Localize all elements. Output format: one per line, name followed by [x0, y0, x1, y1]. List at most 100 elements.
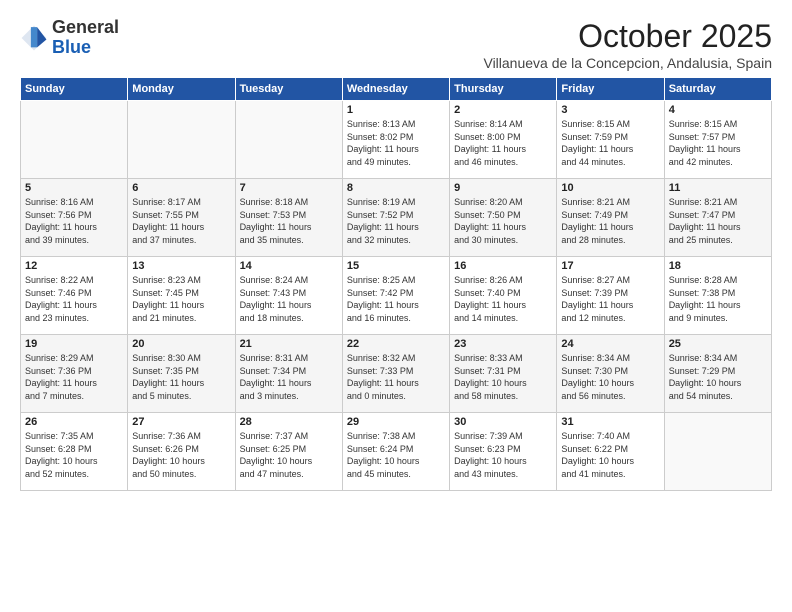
day-number: 9: [454, 182, 552, 194]
day-number: 31: [561, 416, 659, 428]
day-info: Sunrise: 8:28 AMSunset: 7:38 PMDaylight:…: [669, 274, 767, 324]
day-number: 27: [132, 416, 230, 428]
day-info: Sunrise: 8:19 AMSunset: 7:52 PMDaylight:…: [347, 196, 445, 246]
day-number: 26: [25, 416, 123, 428]
table-row: 21Sunrise: 8:31 AMSunset: 7:34 PMDayligh…: [235, 335, 342, 413]
day-info: Sunrise: 8:21 AMSunset: 7:49 PMDaylight:…: [561, 196, 659, 246]
day-number: 16: [454, 260, 552, 272]
table-row: 6 Sunrise: 8:17 AMSunset: 7:55 PMDaylight…: [128, 179, 235, 257]
day-number: 1: [347, 104, 445, 116]
day-info: Sunrise: 8:25 AMSunset: 7:42 PMDaylight:…: [347, 274, 445, 324]
col-saturday: Saturday: [664, 78, 771, 101]
day-info: Sunrise: 8:16 AMSunset: 7:56 PMDaylight:…: [25, 196, 123, 246]
calendar-week-4: 26 Sunrise: 7:35 AMSunset: 6:28 PMDayligh…: [21, 413, 772, 491]
day-number: 11: [669, 182, 767, 194]
table-row: [664, 413, 771, 491]
day-info: Sunrise: 8:27 AMSunset: 7:39 PMDaylight:…: [561, 274, 659, 324]
col-friday: Friday: [557, 78, 664, 101]
table-row: 14Sunrise: 8:24 AMSunset: 7:43 PMDayligh…: [235, 257, 342, 335]
table-row: 10 Sunrise: 8:21 AMSunset: 7:49 PMDayligh…: [557, 179, 664, 257]
table-row: 7Sunrise: 8:18 AMSunset: 7:53 PMDaylight…: [235, 179, 342, 257]
table-row: 8Sunrise: 8:19 AMSunset: 7:52 PMDaylight…: [342, 179, 449, 257]
logo-general: General: [52, 17, 119, 37]
day-info: Sunrise: 7:37 AMSunset: 6:25 PMDaylight:…: [240, 430, 338, 480]
table-row: 12Sunrise: 8:22 AMSunset: 7:46 PMDayligh…: [21, 257, 128, 335]
calendar-week-3: 19Sunrise: 8:29 AMSunset: 7:36 PMDayligh…: [21, 335, 772, 413]
day-number: 5: [25, 182, 123, 194]
day-number: 29: [347, 416, 445, 428]
day-number: 28: [240, 416, 338, 428]
day-number: 20: [132, 338, 230, 350]
day-info: Sunrise: 8:18 AMSunset: 7:53 PMDaylight:…: [240, 196, 338, 246]
day-info: Sunrise: 8:23 AMSunset: 7:45 PMDaylight:…: [132, 274, 230, 324]
table-row: 15 Sunrise: 8:25 AMSunset: 7:42 PMDayligh…: [342, 257, 449, 335]
day-number: 6: [132, 182, 230, 194]
table-row: 18 Sunrise: 8:28 AMSunset: 7:38 PMDayligh…: [664, 257, 771, 335]
day-number: 13: [132, 260, 230, 272]
day-number: 23: [454, 338, 552, 350]
calendar-week-2: 12Sunrise: 8:22 AMSunset: 7:46 PMDayligh…: [21, 257, 772, 335]
table-row: 11 Sunrise: 8:21 AMSunset: 7:47 PMDayligh…: [664, 179, 771, 257]
day-number: 30: [454, 416, 552, 428]
col-wednesday: Wednesday: [342, 78, 449, 101]
day-number: 3: [561, 104, 659, 116]
table-row: 16 Sunrise: 8:26 AMSunset: 7:40 PMDayligh…: [450, 257, 557, 335]
day-info: Sunrise: 7:35 AMSunset: 6:28 PMDaylight:…: [25, 430, 123, 480]
table-row: [21, 101, 128, 179]
day-info: Sunrise: 8:14 AMSunset: 8:00 PMDaylight:…: [454, 118, 552, 168]
day-info: Sunrise: 8:15 AMSunset: 7:57 PMDaylight:…: [669, 118, 767, 168]
table-row: 19Sunrise: 8:29 AMSunset: 7:36 PMDayligh…: [21, 335, 128, 413]
logo-blue: Blue: [52, 37, 91, 57]
day-info: Sunrise: 8:21 AMSunset: 7:47 PMDaylight:…: [669, 196, 767, 246]
day-info: Sunrise: 7:38 AMSunset: 6:24 PMDaylight:…: [347, 430, 445, 480]
page: General Blue October 2025 Villanueva de …: [0, 0, 792, 612]
day-info: Sunrise: 7:40 AMSunset: 6:22 PMDaylight:…: [561, 430, 659, 480]
table-row: 20 Sunrise: 8:30 AMSunset: 7:35 PMDayligh…: [128, 335, 235, 413]
table-row: 24 Sunrise: 8:34 AMSunset: 7:30 PMDayligh…: [557, 335, 664, 413]
day-number: 24: [561, 338, 659, 350]
day-info: Sunrise: 7:39 AMSunset: 6:23 PMDaylight:…: [454, 430, 552, 480]
logo: General Blue: [20, 18, 119, 58]
day-info: Sunrise: 8:30 AMSunset: 7:35 PMDaylight:…: [132, 352, 230, 402]
day-info: Sunrise: 8:29 AMSunset: 7:36 PMDaylight:…: [25, 352, 123, 402]
calendar: Sunday Monday Tuesday Wednesday Thursday…: [20, 77, 772, 491]
day-info: Sunrise: 8:13 AMSunset: 8:02 PMDaylight:…: [347, 118, 445, 168]
day-number: 2: [454, 104, 552, 116]
subtitle: Villanueva de la Concepcion, Andalusia, …: [483, 55, 772, 71]
day-number: 10: [561, 182, 659, 194]
table-row: 28 Sunrise: 7:37 AMSunset: 6:25 PMDayligh…: [235, 413, 342, 491]
table-row: 9 Sunrise: 8:20 AMSunset: 7:50 PMDaylight…: [450, 179, 557, 257]
day-info: Sunrise: 8:33 AMSunset: 7:31 PMDaylight:…: [454, 352, 552, 402]
title-block: October 2025 Villanueva de la Concepcion…: [483, 18, 772, 71]
day-number: 4: [669, 104, 767, 116]
col-monday: Monday: [128, 78, 235, 101]
table-row: [128, 101, 235, 179]
day-number: 17: [561, 260, 659, 272]
day-info: Sunrise: 8:15 AMSunset: 7:59 PMDaylight:…: [561, 118, 659, 168]
day-number: 21: [240, 338, 338, 350]
calendar-week-0: 1 Sunrise: 8:13 AMSunset: 8:02 PMDaylight…: [21, 101, 772, 179]
day-number: 15: [347, 260, 445, 272]
header-row: Sunday Monday Tuesday Wednesday Thursday…: [21, 78, 772, 101]
table-row: 23 Sunrise: 8:33 AMSunset: 7:31 PMDayligh…: [450, 335, 557, 413]
day-info: Sunrise: 8:34 AMSunset: 7:29 PMDaylight:…: [669, 352, 767, 402]
table-row: 13 Sunrise: 8:23 AMSunset: 7:45 PMDayligh…: [128, 257, 235, 335]
table-row: 27Sunrise: 7:36 AMSunset: 6:26 PMDayligh…: [128, 413, 235, 491]
day-info: Sunrise: 8:20 AMSunset: 7:50 PMDaylight:…: [454, 196, 552, 246]
day-number: 18: [669, 260, 767, 272]
day-info: Sunrise: 8:26 AMSunset: 7:40 PMDaylight:…: [454, 274, 552, 324]
table-row: 5 Sunrise: 8:16 AMSunset: 7:56 PMDaylight…: [21, 179, 128, 257]
table-row: 1 Sunrise: 8:13 AMSunset: 8:02 PMDaylight…: [342, 101, 449, 179]
table-row: [235, 101, 342, 179]
day-info: Sunrise: 8:22 AMSunset: 7:46 PMDaylight:…: [25, 274, 123, 324]
table-row: 29 Sunrise: 7:38 AMSunset: 6:24 PMDayligh…: [342, 413, 449, 491]
day-number: 25: [669, 338, 767, 350]
day-number: 14: [240, 260, 338, 272]
col-tuesday: Tuesday: [235, 78, 342, 101]
day-info: Sunrise: 8:34 AMSunset: 7:30 PMDaylight:…: [561, 352, 659, 402]
table-row: 22Sunrise: 8:32 AMSunset: 7:33 PMDayligh…: [342, 335, 449, 413]
col-thursday: Thursday: [450, 78, 557, 101]
day-info: Sunrise: 8:17 AMSunset: 7:55 PMDaylight:…: [132, 196, 230, 246]
table-row: 25 Sunrise: 8:34 AMSunset: 7:29 PMDayligh…: [664, 335, 771, 413]
header: General Blue October 2025 Villanueva de …: [20, 18, 772, 71]
